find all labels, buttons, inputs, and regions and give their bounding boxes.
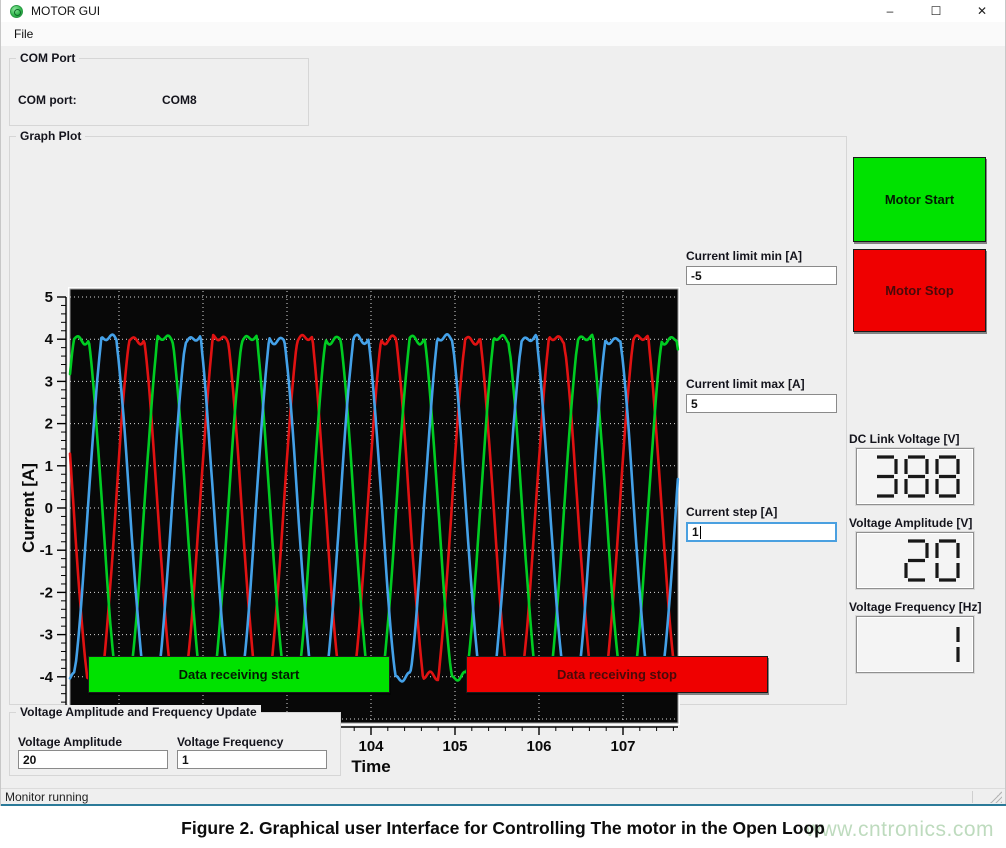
svg-text:4: 4 [45, 331, 54, 348]
voltage-update-group-title: Voltage Amplitude and Frequency Update [16, 705, 261, 719]
window-controls: – ☐ ✕ [867, 0, 1005, 22]
voltage-frequency-display [856, 616, 974, 673]
current-limit-min-label: Current limit min [A] [686, 249, 802, 263]
figure-caption: Figure 2. Graphical user Interface for C… [0, 818, 1006, 839]
data-receiving-stop-label: Data receiving stop [557, 667, 677, 682]
current-limit-min-input[interactable]: -5 [686, 266, 837, 285]
graph-plot-group-title: Graph Plot [16, 129, 85, 143]
voltage-update-group: Voltage Amplitude and Frequency Update V… [9, 712, 341, 776]
voltage-frequency-input[interactable]: 1 [177, 750, 327, 769]
current-limit-max-value: 5 [691, 397, 698, 411]
status-text: Monitor running [5, 790, 88, 804]
voltage-frequency-display-label: Voltage Frequency [Hz] [849, 600, 981, 614]
svg-text:1: 1 [45, 458, 53, 475]
current-step-input[interactable]: 1 [686, 522, 837, 542]
voltage-frequency-digits [935, 622, 966, 668]
svg-text:106: 106 [526, 738, 551, 755]
svg-text:5: 5 [45, 289, 53, 306]
svg-text:3: 3 [45, 373, 53, 390]
maximize-button[interactable]: ☐ [913, 0, 959, 22]
svg-text:105: 105 [442, 738, 467, 755]
status-bar-separator [972, 791, 973, 803]
motor-start-button[interactable]: Motor Start [853, 157, 986, 242]
voltage-amplitude-input[interactable]: 20 [18, 750, 168, 769]
voltage-frequency-value: 1 [182, 753, 189, 767]
screenshot-stage: MOTOR GUI – ☐ ✕ File COM Port COM port: … [0, 0, 1006, 848]
voltage-frequency-input-label: Voltage Frequency [177, 735, 283, 749]
resize-grip[interactable] [990, 791, 1002, 803]
data-receiving-stop-button[interactable]: Data receiving stop [466, 656, 768, 693]
voltage-amplitude-display-label: Voltage Amplitude [V] [849, 516, 972, 530]
close-button[interactable]: ✕ [959, 0, 1005, 22]
svg-text:Time: Time [351, 757, 390, 776]
app-icon [10, 5, 23, 18]
voltage-amplitude-display [856, 532, 974, 589]
svg-text:104: 104 [358, 738, 384, 755]
title-bar: MOTOR GUI – ☐ ✕ [1, 0, 1005, 22]
caption-area: www.cntronics.com Figure 2. Graphical us… [0, 806, 1006, 848]
com-port-value: COM8 [162, 93, 197, 107]
dc-link-voltage-label: DC Link Voltage [V] [849, 432, 959, 446]
current-step-label: Current step [A] [686, 505, 777, 519]
minimize-button[interactable]: – [867, 0, 913, 22]
svg-text:107: 107 [610, 738, 635, 755]
svg-text:Current [A]: Current [A] [20, 463, 38, 553]
current-step-value: 1 [692, 525, 699, 539]
com-port-label: COM port: [18, 93, 77, 107]
current-limit-max-label: Current limit max [A] [686, 377, 805, 391]
voltage-amplitude-digits [904, 538, 966, 584]
motor-stop-button[interactable]: Motor Stop [853, 249, 986, 332]
status-bar: Monitor running [1, 788, 1005, 804]
svg-text:-4: -4 [40, 669, 54, 686]
svg-text:0: 0 [45, 500, 53, 517]
text-caret [700, 526, 701, 539]
svg-text:-3: -3 [40, 627, 53, 644]
data-receiving-start-button[interactable]: Data receiving start [88, 656, 390, 693]
svg-text:2: 2 [45, 416, 53, 433]
svg-text:-1: -1 [40, 542, 53, 559]
dc-link-voltage-display [856, 448, 974, 505]
current-limit-max-input[interactable]: 5 [686, 394, 837, 413]
menu-item-file[interactable]: File [9, 25, 38, 43]
window-title: MOTOR GUI [31, 4, 100, 18]
com-port-group: COM Port COM port: COM8 [9, 58, 309, 126]
data-receiving-start-label: Data receiving start [179, 667, 300, 682]
voltage-amplitude-value: 20 [23, 753, 36, 767]
dc-link-voltage-digits [873, 454, 966, 500]
menu-bar: File [1, 22, 1005, 46]
current-limit-min-value: -5 [691, 269, 702, 283]
voltage-amplitude-input-label: Voltage Amplitude [18, 735, 122, 749]
app-window: MOTOR GUI – ☐ ✕ File COM Port COM port: … [0, 0, 1006, 806]
motor-stop-label: Motor Stop [885, 283, 954, 298]
motor-start-label: Motor Start [885, 192, 954, 207]
graph-plot-group: Graph Plot -5-4-3-2-10123451011021031041… [9, 136, 847, 705]
svg-text:-2: -2 [40, 584, 53, 601]
com-port-group-title: COM Port [16, 51, 79, 65]
